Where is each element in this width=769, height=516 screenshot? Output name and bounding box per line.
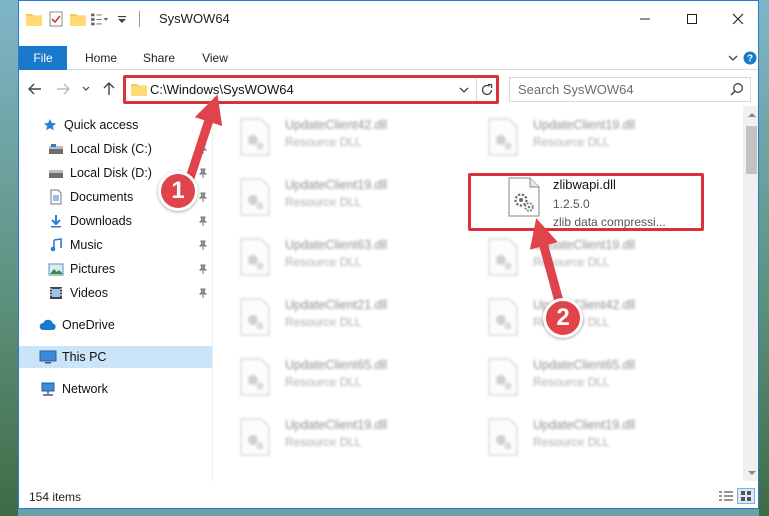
annotation-arrows [185, 94, 565, 310]
arrow-2 [529, 218, 565, 310]
step-badge-2: 2 [543, 298, 583, 338]
step-badge-1: 1 [158, 171, 198, 211]
arrow-1 [185, 94, 223, 183]
